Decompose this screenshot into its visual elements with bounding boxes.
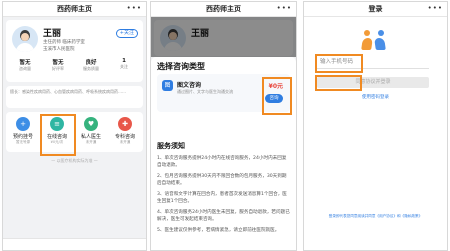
note-item: 3、语音和文字计算在回合内，患者首次发送消息算1个回合，医生回复1个回合。 <box>157 192 287 204</box>
doctor-hospital: 玉溪市人民医院 <box>43 47 75 52</box>
note-item: 4、单次咨询服务24小时内医生未回复，服务自动退款，若问题已解决，医生可发起结束… <box>157 210 290 222</box>
image-text-icon: 图 <box>162 80 173 91</box>
service-private-doctor[interactable]: ♥ 私人医生 未开通 <box>76 117 106 147</box>
note-item: 5、医生建议仅供参考，若病情紧急，请立即前往医院就医。 <box>157 228 280 233</box>
service-appointment[interactable]: + 预约挂号 暂无号源 <box>8 117 38 147</box>
highlight-consult-button <box>262 77 292 115</box>
consult-type-sheet: 选择咨询类型 图 图文咨询 通过图片、文字与医生沟通交流 ¥0元 咨询 服务须知… <box>151 57 296 250</box>
doctor-home-screen: 西药师主页 ••• 王丽 主任药师 临床药学室 玉溪市人民医院 +关注 暂无 咨询… <box>2 1 147 251</box>
login-screen: 登录 ••• 输入手机号码 同意协议并登录 使用密码登录 登录即代表您同意阅读并… <box>303 1 448 251</box>
highlight-phone-input <box>315 54 363 73</box>
notes-list: 1、单次咨询服务提供24小时内在线咨询服务，24小时内未回复自动退款。 2、包月… <box>157 155 290 234</box>
agreement-text[interactable]: 登录即代表您同意阅读并同意《用户协议》和《隐私政策》 <box>310 214 441 219</box>
doctor-name: 王丽 <box>43 29 62 39</box>
stat-quality: 良好 服务质量 <box>83 60 99 71</box>
overlay-mask[interactable] <box>151 17 296 57</box>
app-logo-icon <box>361 30 388 52</box>
note-item: 2、包月咨询服务提供30天内不限回合数的包月服务，30天到期后自动结束。 <box>157 174 287 186</box>
page-title: 登录 <box>368 5 383 13</box>
sheet-title: 选择咨询类型 <box>157 62 205 71</box>
page-title: 西药师主页 <box>57 5 92 13</box>
note-item: 1、单次咨询服务提供24小时内在线咨询服务，24小时内未回复自动退款。 <box>157 156 287 168</box>
footer-note: — 以医疗机构实际为准 — <box>51 158 98 163</box>
consult-type-screen: 西药师主页 ••• 王丽 选择咨询类型 图 图文咨询 通过图片、文字与医生沟通交… <box>150 1 297 251</box>
highlight-online-consult <box>40 114 76 156</box>
doctor-intro: 擅长：感染性疾病用药、心血管疾病用药、呼吸系统疾病用药…… <box>6 86 143 108</box>
private-doctor-icon: ♥ <box>84 117 98 131</box>
title-bar: 西药师主页 ••• <box>3 2 146 17</box>
title-bar: 西药师主页 ••• <box>151 2 296 17</box>
highlight-login-button <box>315 75 362 91</box>
title-bar: 登录 ••• <box>304 2 447 17</box>
doctor-avatar <box>12 26 38 52</box>
specialist-icon: ✚ <box>118 117 132 131</box>
follow-button[interactable]: +关注 <box>115 29 138 38</box>
more-menu-icon[interactable]: ••• <box>127 4 142 12</box>
stat-followers: 1 关注 <box>120 58 128 69</box>
service-specialist[interactable]: ✚ 专科咨询 未开通 <box>110 117 140 147</box>
stat-rating: 暂无 好评率 <box>52 60 64 71</box>
more-menu-icon[interactable]: ••• <box>428 4 443 12</box>
page-title: 西药师主页 <box>206 5 241 13</box>
notes-title: 服务须知 <box>157 142 185 150</box>
appointment-icon: + <box>16 117 30 131</box>
bottom-bar <box>3 238 146 250</box>
stat-consultations: 暂无 咨询量 <box>19 60 31 71</box>
option-name: 图文咨询 <box>177 82 202 89</box>
password-login-link[interactable]: 使用密码登录 <box>304 94 447 100</box>
option-desc: 通过图片、文字与医生沟通交流 <box>177 89 233 94</box>
more-menu-icon[interactable]: ••• <box>277 4 292 12</box>
doctor-title: 主任药师 临床药学室 <box>43 40 85 45</box>
doctor-card: 王丽 主任药师 临床药学室 玉溪市人民医院 +关注 暂无 咨询量 暂无 好评率 良好… <box>6 20 143 82</box>
